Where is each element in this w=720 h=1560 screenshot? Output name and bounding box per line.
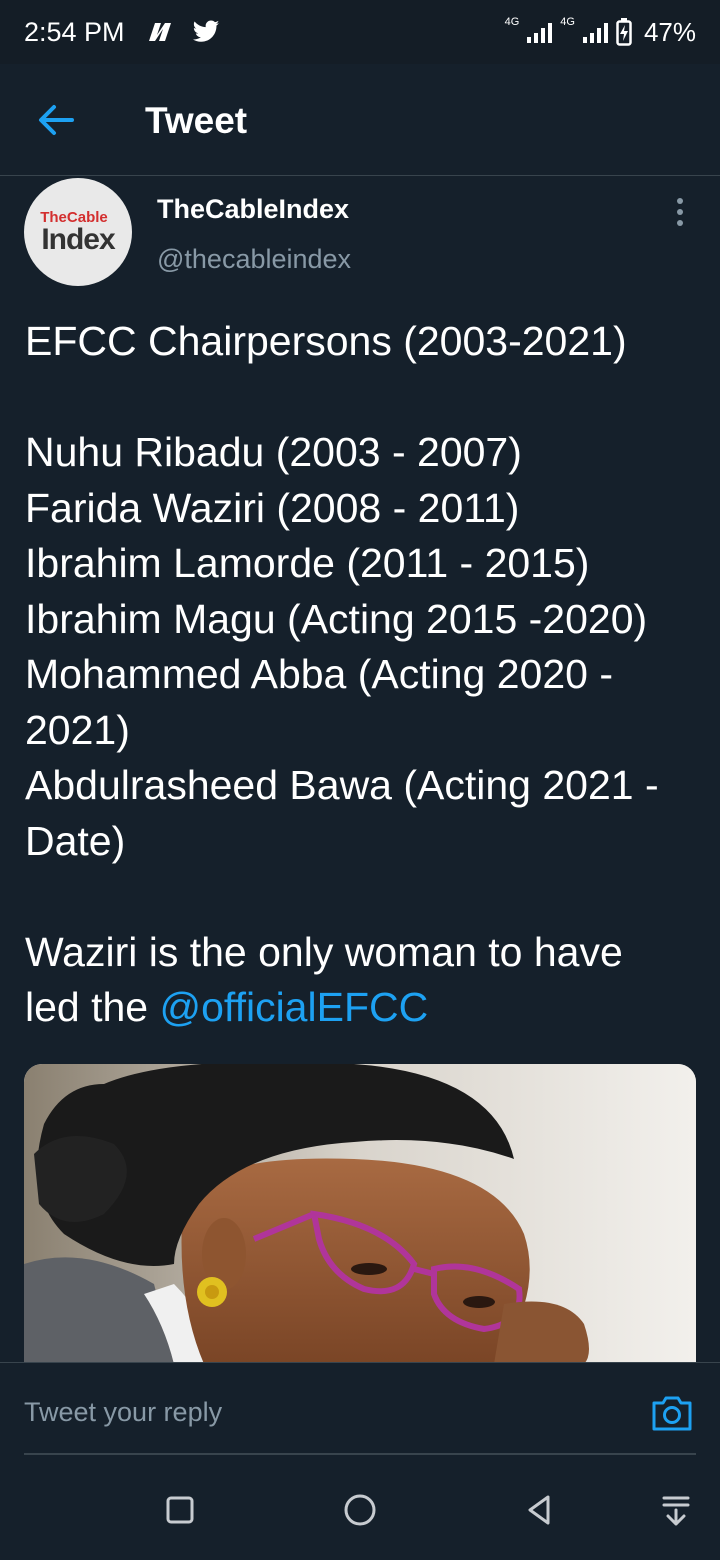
tweet-text: EFCC Chairpersons (2003-2021) Nuhu Ribad… [25, 314, 715, 1036]
divider [24, 1453, 696, 1455]
status-right: 4G 4G 47% [504, 16, 696, 48]
battery-icon [616, 18, 632, 46]
page-title: Tweet [145, 100, 248, 141]
app-header: Tweet [0, 64, 720, 176]
tweet-line: Farida Waziri (2008 - 2011) [25, 484, 520, 531]
system-nav-bar [0, 1460, 720, 1560]
tweet-line: Ibrahim Lamorde (2011 - 2015) [25, 540, 590, 586]
tweet-line: Abdulrasheed Bawa (Acting 2021 - [25, 762, 659, 808]
notification-icons [147, 20, 221, 44]
more-options-icon[interactable] [668, 196, 692, 228]
back-arrow-icon[interactable] [36, 102, 76, 138]
tweet-line: Date) [25, 817, 126, 864]
twitter-bird-icon [192, 20, 219, 42]
back-nav-icon[interactable] [522, 1492, 558, 1528]
avatar-logo-bottom: Index [41, 222, 115, 256]
signal-icon-2 [582, 21, 608, 43]
tweet-line: Ibrahim Magu (Acting 2015 -2020) [25, 595, 648, 642]
camera-icon[interactable] [650, 1393, 694, 1433]
news-icon [148, 23, 171, 41]
signal-icon [527, 21, 553, 43]
author-handle[interactable]: @thecableindex [157, 244, 351, 275]
tweet-closing-prefix: led the [25, 984, 160, 1030]
tweet-line: Mohammed Abba (Acting 2020 - [25, 651, 613, 697]
reply-bar: Tweet your reply [0, 1362, 720, 1460]
notification-pull-icon[interactable] [658, 1492, 694, 1528]
tweet-media-image[interactable] [24, 1064, 696, 1364]
photo-illustration [24, 1064, 696, 1364]
network-label-1: 4G [504, 16, 520, 28]
tweet-closing-line: Waziri is the only woman to have [25, 928, 623, 975]
tweet-closing-line-2: led the @officialEFCC [25, 980, 715, 1036]
tweet-title-line: EFCC Chairpersons (2003-2021) [25, 318, 627, 364]
status-time: 2:54 PM [24, 16, 125, 47]
reply-input[interactable]: Tweet your reply [24, 1397, 222, 1428]
home-icon[interactable] [342, 1492, 378, 1528]
author-name[interactable]: TheCableIndex [157, 194, 349, 225]
status-bar: 2:54 PM 4G 4G 47% [0, 0, 720, 64]
recent-apps-icon[interactable] [162, 1492, 198, 1528]
battery-percent: 47% [643, 16, 696, 47]
tweet-line: 2021) [25, 706, 130, 753]
tweet-line: Nuhu Ribadu (2003 - 2007) [25, 429, 522, 475]
network-label-2: 4G [560, 16, 575, 28]
avatar[interactable]: TheCable Index [24, 178, 132, 286]
mention-link[interactable]: @officialEFCC [160, 984, 429, 1030]
